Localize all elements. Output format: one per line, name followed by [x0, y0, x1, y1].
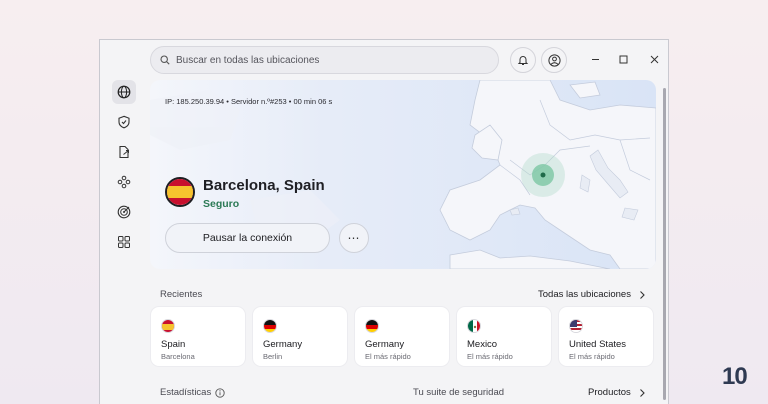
titlebar: Buscar en todas las ubicaciones	[100, 40, 668, 80]
location-marker-dot[interactable]	[540, 172, 546, 178]
recent-location-card[interactable]: United States El más rápido	[558, 306, 654, 367]
more-options-button[interactable]: ⋯	[339, 223, 369, 253]
chevron-right-icon	[639, 388, 645, 397]
spain-flag-icon	[161, 319, 175, 333]
connected-location: Barcelona, Spain	[203, 177, 325, 194]
recent-location-card[interactable]: Mexico El más rápido	[456, 306, 552, 367]
sidebar-item-file-share[interactable]	[112, 140, 136, 164]
recent-country: Mexico	[467, 339, 498, 350]
sidebar-item-locations[interactable]	[112, 80, 136, 104]
recent-country: Spain	[161, 339, 186, 350]
products-link[interactable]: Productos	[588, 387, 647, 398]
close-icon	[650, 55, 658, 63]
recent-location-card[interactable]: Germany El más rápido	[354, 306, 450, 367]
maximize-icon	[619, 55, 627, 63]
sidebar-item-meshnet[interactable]	[112, 170, 136, 194]
germany-flag-icon	[263, 319, 277, 333]
bell-icon	[517, 56, 529, 65]
recent-subtitle: El más rápido	[365, 352, 411, 361]
recent-subtitle: Berlin	[263, 352, 283, 361]
search-icon	[160, 55, 170, 65]
all-locations-link[interactable]: Todas las ubicaciones	[538, 289, 647, 300]
user-icon	[547, 53, 561, 67]
connection-details: IP: 185.250.39.94 • Servidor n.º#253 • 0…	[165, 97, 333, 106]
recents-heading: Recientes	[160, 289, 203, 300]
germany-flag-icon	[365, 319, 379, 333]
recent-country: United States	[569, 339, 627, 350]
chevron-right-icon	[640, 290, 645, 299]
recent-subtitle: El más rápido	[569, 352, 615, 361]
shield-icon	[118, 115, 130, 129]
recent-location-card[interactable]: Spain Barcelona	[150, 306, 246, 367]
recent-subtitle: Barcelona	[161, 352, 195, 361]
security-suite-heading: Tu suite de seguridad	[413, 387, 505, 398]
recent-country: Germany	[365, 339, 405, 350]
products-label: Productos	[588, 387, 631, 398]
search-placeholder: Buscar en todas las ubicaciones	[176, 54, 320, 66]
sidebar-item-threat-protection[interactable]	[112, 110, 136, 134]
all-locations-label: Todas las ubicaciones	[538, 289, 631, 300]
meshnet-icon	[117, 175, 131, 189]
radar-icon	[117, 205, 131, 219]
sidebar	[100, 80, 148, 404]
maximize-button[interactable]	[616, 52, 630, 66]
globe-icon	[117, 85, 131, 99]
close-button[interactable]	[647, 52, 661, 66]
apps-grid-icon	[118, 236, 130, 248]
vpn-app-window: Buscar en todas las ubicaciones IP: 185.…	[99, 39, 669, 404]
minimize-button[interactable]	[588, 52, 602, 66]
pause-connection-button[interactable]: Pausar la conexión	[165, 223, 330, 253]
sidebar-item-dark-web-monitor[interactable]	[112, 200, 136, 224]
statistics-label: Estadísticas	[160, 387, 212, 398]
mexico-flag-icon	[467, 319, 481, 333]
connection-map-panel: IP: 185.250.39.94 • Servidor n.º#253 • 0…	[150, 80, 656, 269]
search-input[interactable]: Buscar en todas las ubicaciones	[150, 46, 499, 74]
statistics-heading: Estadísticas	[160, 387, 225, 398]
scrollbar[interactable]	[663, 88, 666, 400]
minimize-icon	[591, 58, 599, 60]
notifications-button[interactable]	[510, 47, 536, 73]
recent-location-card[interactable]: Germany Berlin	[252, 306, 348, 367]
info-icon[interactable]	[215, 387, 225, 398]
connection-status: Seguro	[203, 198, 240, 210]
usa-flag-icon	[569, 319, 583, 333]
site-logo: 10	[722, 363, 748, 390]
file-share-icon	[119, 145, 129, 159]
account-button[interactable]	[541, 47, 567, 73]
spain-flag-icon	[165, 177, 195, 207]
recent-country: Germany	[263, 339, 303, 350]
recent-subtitle: El más rápido	[467, 352, 513, 361]
sidebar-item-apps[interactable]	[112, 230, 136, 254]
